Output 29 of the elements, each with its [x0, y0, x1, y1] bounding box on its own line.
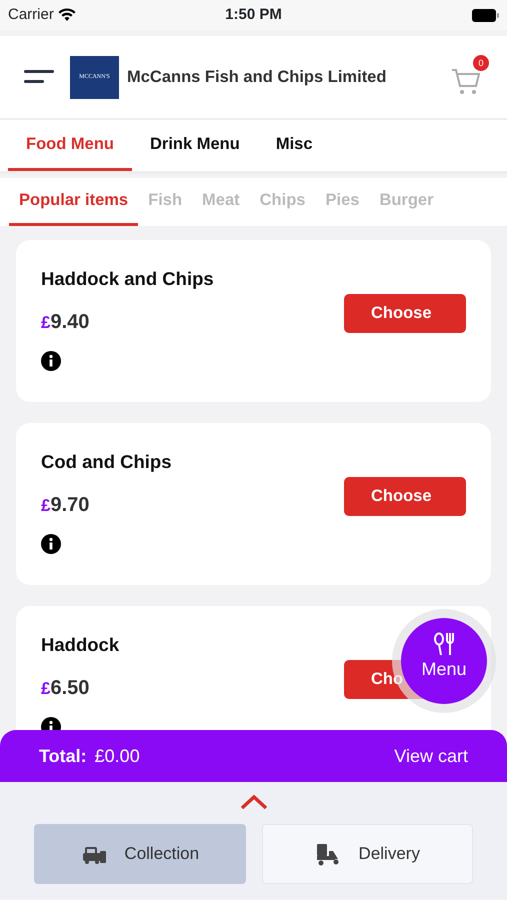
category-tab[interactable]: Popular items [9, 178, 138, 226]
restaurant-name: McCanns Fish and Chips Limited [127, 66, 388, 88]
order-type-button[interactable]: Delivery [262, 824, 473, 884]
item-price: £9.40 [41, 310, 90, 335]
cutlery-icon [433, 632, 455, 656]
carrier-name: Carrier [8, 4, 54, 25]
view-cart-link[interactable]: View cart [394, 742, 468, 770]
order-type-button[interactable]: Collection [34, 824, 246, 884]
chevron-up-icon[interactable] [240, 794, 268, 810]
menu-tab[interactable]: Drink Menu [132, 120, 258, 171]
floating-menu[interactable]: Menu [401, 618, 487, 704]
choose-button[interactable]: Choose [344, 477, 466, 516]
menu-icon[interactable] [24, 70, 54, 84]
total-amount: £0.00 [94, 744, 141, 768]
item-name: Haddock and Chips [41, 267, 214, 291]
info-icon[interactable] [41, 534, 61, 554]
status-time: 1:50 PM [224, 4, 283, 25]
menu-tab[interactable]: Misc [258, 120, 331, 171]
total-label: Total: [39, 744, 87, 768]
choose-button[interactable]: Choose [344, 294, 466, 333]
item-name: Haddock [41, 633, 120, 657]
cart-count-badge: 0 [473, 55, 489, 71]
menu-tab[interactable]: Food Menu [8, 120, 132, 171]
battery-icon [472, 8, 499, 22]
wifi-icon [58, 8, 76, 22]
info-icon[interactable] [41, 350, 61, 371]
item-name: Cod and Chips [41, 450, 172, 474]
item-price: £6.50 [41, 676, 90, 701]
item-price: £9.70 [41, 492, 90, 518]
